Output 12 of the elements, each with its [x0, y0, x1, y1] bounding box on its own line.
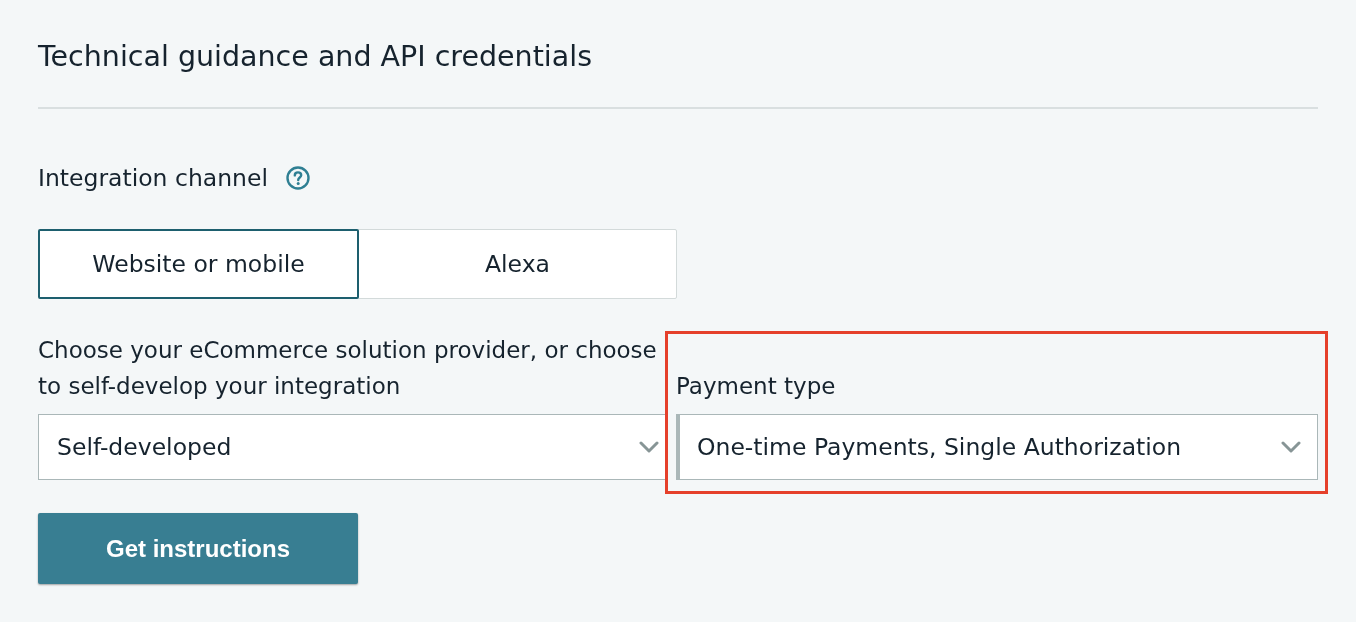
chevron-down-icon — [639, 441, 659, 453]
help-icon[interactable] — [285, 166, 310, 190]
channel-tab[interactable]: Alexa — [358, 229, 677, 299]
provider-select[interactable]: Self-developed — [38, 414, 668, 480]
payment-type-select[interactable]: One-time Payments, Single Authorization — [676, 414, 1318, 480]
field-label: Payment type — [676, 372, 837, 401]
chevron-down-icon — [1281, 441, 1301, 453]
section-title: Technical guidance and API credentials — [38, 39, 592, 75]
channel-tab[interactable]: Website or mobile — [38, 229, 359, 299]
field-label: Integration channel — [38, 163, 268, 194]
field-label: Choose your eCommerce solution provider, or choose to self-develop your integration — [38, 336, 658, 401]
get-instructions-button[interactable]: Get instructions — [38, 513, 358, 584]
